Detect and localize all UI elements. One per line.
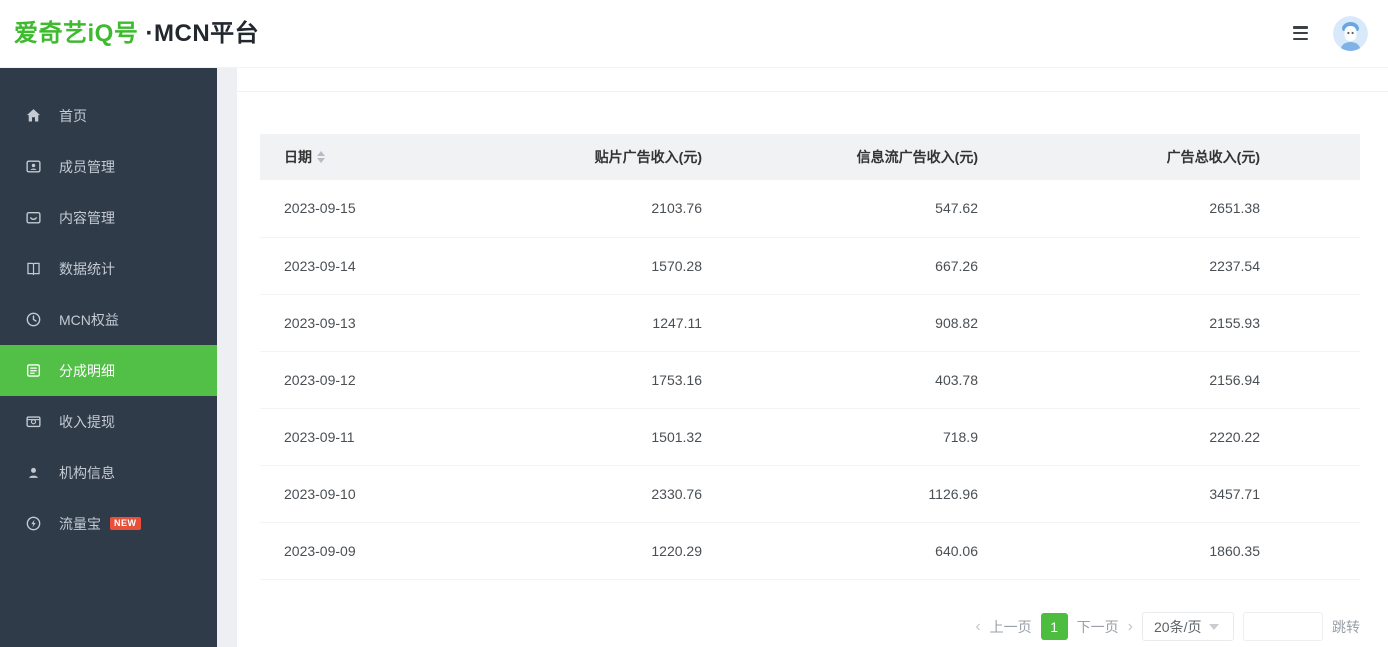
- cell-value: 640.06: [702, 522, 978, 579]
- content-gutter: [217, 68, 237, 647]
- prev-arrow-icon[interactable]: ‹: [975, 618, 980, 636]
- sidebar-item-detail[interactable]: 分成明细: [0, 345, 217, 396]
- detail-icon: [25, 362, 42, 379]
- sidebar-item-label: 收入提现: [59, 412, 115, 432]
- cell-value: 1860.35: [978, 522, 1360, 579]
- cell-value: 403.78: [702, 351, 978, 408]
- cell-date: 2023-09-15: [260, 180, 460, 237]
- sidebar-item-person[interactable]: 机构信息: [0, 447, 217, 498]
- cell-value: 2156.94: [978, 351, 1360, 408]
- content-icon: [25, 209, 42, 226]
- cell-value: 2237.54: [978, 237, 1360, 294]
- cell-value: 2103.76: [460, 180, 702, 237]
- cell-value: 2330.76: [460, 465, 702, 522]
- column-header-date: 日期: [260, 134, 460, 180]
- cell-value: 1126.96: [702, 465, 978, 522]
- cell-value: 2220.22: [978, 408, 1360, 465]
- revenue-table: 日期 贴片广告收入(元) 信息流广告收入(元) 广告总收入(元) 2023-09…: [260, 134, 1360, 580]
- avatar-figure-icon: [1333, 16, 1368, 51]
- cell-value: 667.26: [702, 237, 978, 294]
- table-row: 2023-09-091220.29640.061860.35: [260, 522, 1360, 579]
- page-size-value: 20条/页: [1154, 617, 1201, 637]
- withdraw-icon: [25, 413, 42, 430]
- table-header-row: 日期 贴片广告收入(元) 信息流广告收入(元) 广告总收入(元): [260, 134, 1360, 180]
- sidebar-item-home[interactable]: 首页: [0, 90, 217, 141]
- cell-value: 1220.29: [460, 522, 702, 579]
- prev-page-button[interactable]: 上一页: [990, 617, 1032, 637]
- clock-icon: [25, 311, 42, 328]
- jump-page-input[interactable]: [1243, 612, 1323, 641]
- brand-logo: 爱奇艺iQ号 ·MCN平台: [14, 0, 259, 68]
- user-avatar[interactable]: [1333, 16, 1368, 51]
- column-header-total-revenue: 广告总收入(元): [978, 134, 1360, 180]
- sidebar-item-label: 成员管理: [59, 157, 115, 177]
- sidebar-item-content[interactable]: 内容管理: [0, 192, 217, 243]
- main-content: 日期 贴片广告收入(元) 信息流广告收入(元) 广告总收入(元) 2023-09…: [237, 68, 1388, 647]
- brand-logo-suffix: ·MCN平台: [146, 20, 260, 47]
- sidebar-item-clock[interactable]: MCN权益: [0, 294, 217, 345]
- menu-icon[interactable]: [1293, 26, 1308, 40]
- sidebar-item-stats[interactable]: 数据统计: [0, 243, 217, 294]
- new-badge: NEW: [110, 517, 141, 530]
- sidebar: 首页成员管理内容管理数据统计 MCN权益分成明细收入提现机构信息流量宝 NEW: [0, 68, 217, 647]
- chevron-down-icon: [1209, 624, 1219, 630]
- table-row: 2023-09-152103.76547.622651.38: [260, 180, 1360, 237]
- person-icon: [25, 464, 42, 481]
- cell-date: 2023-09-09: [260, 522, 460, 579]
- sidebar-item-label: 分成明细: [59, 361, 115, 381]
- page-number-1[interactable]: 1: [1041, 613, 1068, 640]
- member-icon: [25, 158, 42, 175]
- sidebar-item-label: 首页: [59, 106, 87, 126]
- jump-button[interactable]: 跳转: [1332, 617, 1360, 637]
- home-icon: [25, 107, 42, 124]
- cell-date: 2023-09-10: [260, 465, 460, 522]
- sidebar-item-label: 数据统计: [59, 259, 115, 279]
- table-row: 2023-09-141570.28667.262237.54: [260, 237, 1360, 294]
- sort-icon[interactable]: [317, 151, 325, 163]
- sidebar-item-withdraw[interactable]: 收入提现: [0, 396, 217, 447]
- table-row: 2023-09-111501.32718.92220.22: [260, 408, 1360, 465]
- pagination: ‹ 上一页 1 下一页 › 20条/页 跳转: [975, 612, 1360, 641]
- cell-value: 1570.28: [460, 237, 702, 294]
- cell-date: 2023-09-12: [260, 351, 460, 408]
- page-size-select[interactable]: 20条/页: [1142, 612, 1234, 641]
- cell-value: 908.82: [702, 294, 978, 351]
- brand-logo-green: 爱奇艺iQ号: [14, 20, 138, 47]
- sidebar-item-member[interactable]: 成员管理: [0, 141, 217, 192]
- sidebar-item-label: MCN权益: [59, 310, 119, 330]
- revenue-table-wrap: 日期 贴片广告收入(元) 信息流广告收入(元) 广告总收入(元) 2023-09…: [260, 134, 1360, 580]
- table-row: 2023-09-121753.16403.782156.94: [260, 351, 1360, 408]
- sidebar-item-label: 机构信息: [59, 463, 115, 483]
- cell-value: 547.62: [702, 180, 978, 237]
- table-row: 2023-09-102330.761126.963457.71: [260, 465, 1360, 522]
- cell-date: 2023-09-11: [260, 408, 460, 465]
- next-arrow-icon[interactable]: ›: [1128, 618, 1133, 636]
- cell-value: 1247.11: [460, 294, 702, 351]
- app-header: 爱奇艺iQ号 ·MCN平台: [0, 0, 1388, 68]
- cell-date: 2023-09-13: [260, 294, 460, 351]
- content-top-divider: [237, 68, 1388, 92]
- column-header-preroll-revenue: 贴片广告收入(元): [460, 134, 702, 180]
- column-header-date-label: 日期: [284, 147, 312, 167]
- sidebar-item-bolt[interactable]: 流量宝 NEW: [0, 498, 217, 549]
- table-row: 2023-09-131247.11908.822155.93: [260, 294, 1360, 351]
- sidebar-item-label: 流量宝: [59, 514, 101, 534]
- cell-value: 3457.71: [978, 465, 1360, 522]
- cell-value: 2155.93: [978, 294, 1360, 351]
- cell-value: 718.9: [702, 408, 978, 465]
- sidebar-nav: 首页成员管理内容管理数据统计 MCN权益分成明细收入提现机构信息流量宝 NEW: [0, 68, 217, 549]
- next-page-button[interactable]: 下一页: [1077, 617, 1119, 637]
- cell-value: 1753.16: [460, 351, 702, 408]
- stats-icon: [25, 260, 42, 277]
- sidebar-item-label: 内容管理: [59, 208, 115, 228]
- bolt-icon: [25, 515, 42, 532]
- cell-value: 1501.32: [460, 408, 702, 465]
- cell-date: 2023-09-14: [260, 237, 460, 294]
- cell-value: 2651.38: [978, 180, 1360, 237]
- column-header-feed-revenue: 信息流广告收入(元): [702, 134, 978, 180]
